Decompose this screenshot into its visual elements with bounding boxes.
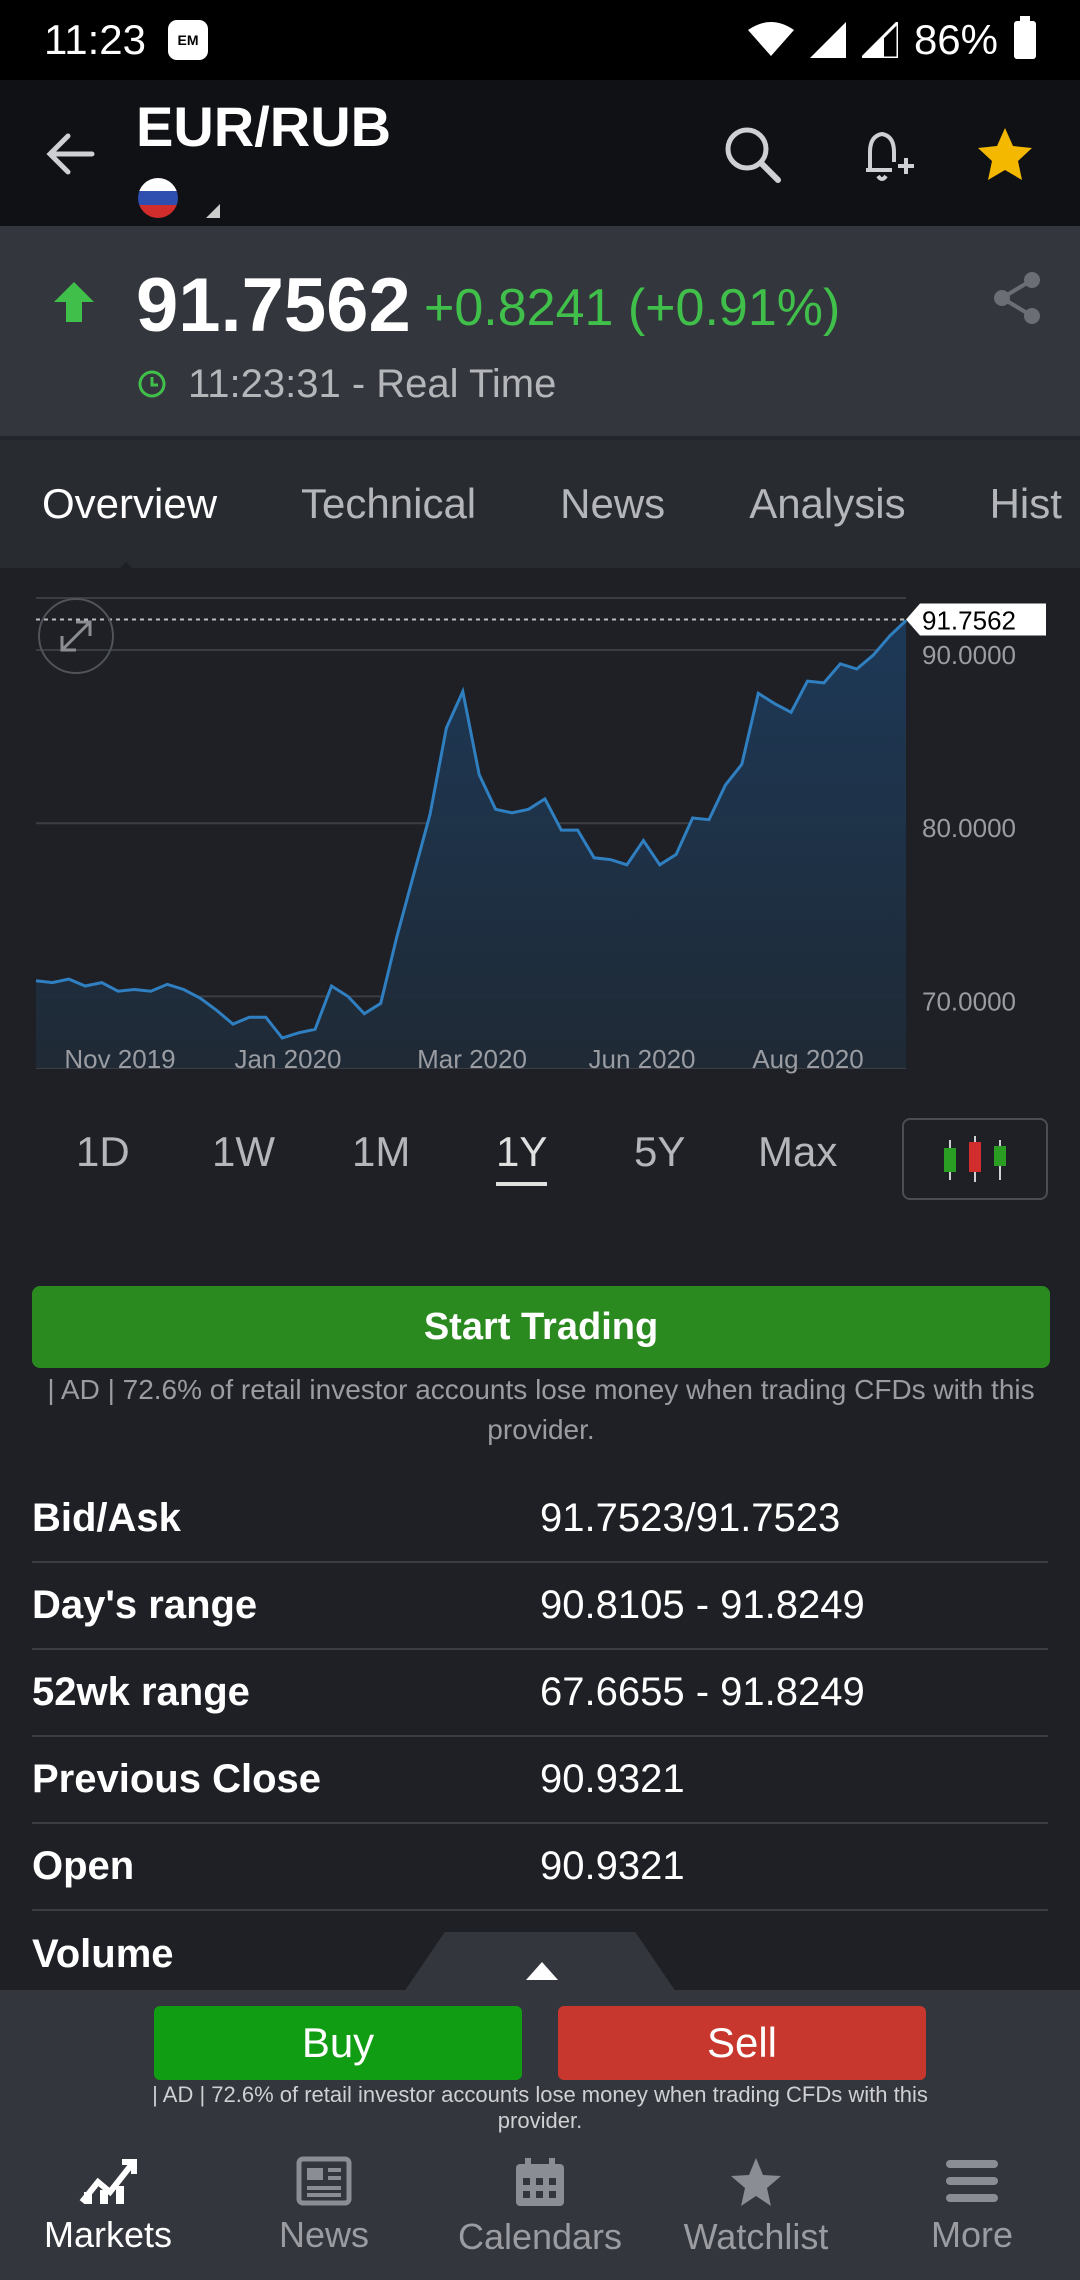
ad-disclaimer: | AD | 72.6% of retail investor accounts… — [47, 1374, 1035, 1445]
app-header: EUR/RUB — [0, 80, 1080, 226]
stat-value: 90.9321 — [540, 1844, 685, 1888]
signal-2-icon — [861, 22, 898, 58]
candlestick-icon — [944, 1136, 1006, 1182]
battery-percent: 86% — [913, 16, 998, 63]
add-alert-icon[interactable] — [852, 122, 918, 188]
expand-chart-button[interactable] — [38, 598, 114, 674]
x-tick-label: Jun 2020 — [589, 1044, 696, 1074]
x-tick-label: Mar 2020 — [417, 1044, 527, 1074]
clock-icon — [138, 370, 166, 398]
search-icon[interactable] — [720, 122, 786, 188]
nav-markets[interactable]: Markets — [0, 2136, 216, 2280]
range-1d[interactable]: 1D — [76, 1128, 130, 1176]
price-chart[interactable]: 70.0000 80.0000 90.0000 91.7562 Nov 2019 Jan … — [0, 568, 1080, 1088]
nav-watchlist[interactable]: Watchlist — [648, 2136, 864, 2280]
nav-more[interactable]: More — [864, 2136, 1080, 2280]
stat-label: Day's range — [32, 1583, 258, 1627]
favorite-star-icon[interactable] — [972, 122, 1038, 188]
stat-value: 90.9321 — [540, 1757, 685, 1801]
buy-button[interactable]: Buy — [154, 2006, 522, 2080]
stat-label: 52wk range — [32, 1670, 250, 1714]
range-1w[interactable]: 1W — [212, 1128, 275, 1176]
range-max[interactable]: Max — [758, 1128, 837, 1176]
nav-label: News — [278, 2214, 370, 2255]
start-trading-button[interactable]: Start Trading — [32, 1286, 1050, 1368]
nav-calendars[interactable]: Calendars — [432, 2136, 648, 2280]
table-row: 52wk range 67.6655 - 91.8249 — [32, 1650, 1048, 1737]
nav-label: Watchlist — [683, 2216, 829, 2257]
russia-flag-icon[interactable] — [138, 178, 178, 218]
menu-icon — [946, 2160, 998, 2202]
stats-table: Bid/Ask 91.7523/91.7523 Day's range 90.810… — [32, 1476, 1048, 1998]
battery-icon — [1014, 16, 1036, 59]
chart-svg: 70.0000 80.0000 90.0000 91.7562 Nov 2019 Jan … — [35, 597, 1046, 1074]
tab-news[interactable]: News — [560, 480, 665, 528]
price-change: +0.8241 (+0.91%) — [424, 279, 841, 337]
y-tick-label: 80.0000 — [922, 813, 1016, 843]
realtime-timestamp: 11:23:31 - Real Time — [188, 362, 557, 406]
tab-historical[interactable]: Hist — [990, 480, 1062, 528]
current-price-label: 91.7562 — [922, 606, 1016, 636]
tab-overview[interactable]: Overview — [42, 480, 217, 568]
back-arrow-icon[interactable] — [42, 124, 102, 184]
x-tick-label: Jan 2020 — [235, 1044, 342, 1074]
status-time: 11:23 — [44, 16, 146, 63]
signal-icon — [809, 22, 846, 58]
chart-area — [36, 620, 906, 1068]
range-selector: 1D 1W 1M 1Y 5Y Max — [0, 1118, 1080, 1200]
stat-label: Bid/Ask — [32, 1496, 181, 1540]
trade-action-bar: Buy Sell | AD | 72.6% of retail investor… — [0, 1990, 1080, 2136]
stat-value: 67.6655 - 91.8249 — [540, 1670, 865, 1714]
range-1m[interactable]: 1M — [352, 1128, 410, 1176]
table-row: Bid/Ask 91.7523/91.7523 — [32, 1476, 1048, 1563]
expand-icon — [60, 620, 92, 652]
price-up-arrow-icon — [54, 282, 94, 322]
current-price: 91.7562 — [136, 263, 411, 348]
stat-value: 90.8105 - 91.8249 — [540, 1583, 865, 1627]
calendar-icon — [516, 2158, 564, 2206]
table-row: Day's range 90.8105 - 91.8249 — [32, 1563, 1048, 1650]
expand-panel-handle[interactable] — [404, 1932, 676, 1992]
nav-label: More — [930, 2214, 1014, 2255]
table-row: Open 90.9321 — [32, 1824, 1048, 1911]
page-title: EUR/RUB — [136, 95, 392, 158]
range-1y[interactable]: 1Y — [496, 1128, 548, 1186]
range-5y[interactable]: 5Y — [634, 1128, 685, 1176]
table-row: Previous Close 90.9321 — [32, 1737, 1048, 1824]
news-icon — [296, 2156, 352, 2206]
nav-news[interactable]: News — [216, 2136, 432, 2280]
tab-analysis[interactable]: Analysis — [749, 480, 905, 528]
markets-icon — [79, 2159, 137, 2204]
status-bar: 11:23 EM 86% — [0, 0, 1080, 80]
quote-panel: 91.7562 +0.8241 (+0.91%) 11:23:31 - Real… — [0, 226, 1080, 436]
star-icon — [731, 2158, 781, 2206]
chart-type-button[interactable] — [902, 1118, 1048, 1200]
y-tick-label: 90.0000 — [922, 640, 1016, 670]
x-tick-label: Aug 2020 — [752, 1044, 863, 1074]
share-icon[interactable] — [992, 270, 1042, 326]
stat-label: Open — [32, 1844, 135, 1888]
stat-label: Previous Close — [32, 1757, 322, 1801]
tab-technical[interactable]: Technical — [301, 480, 476, 528]
nav-label: Markets — [43, 2214, 173, 2255]
nav-label: Calendars — [457, 2216, 623, 2257]
dropdown-caret-icon[interactable] — [206, 204, 220, 218]
sell-button[interactable]: Sell — [558, 2006, 926, 2080]
ad-disclaimer-bottom: | AD | 72.6% of retail investor accounts… — [152, 2082, 928, 2133]
x-tick-label: Nov 2019 — [64, 1044, 175, 1074]
stat-value: 91.7523/91.7523 — [540, 1496, 841, 1540]
bottom-navigation: Markets News Calendars Watchlist More — [0, 2136, 1080, 2280]
notification-icon: EM — [168, 20, 208, 60]
tab-bar: Overview Technical News Analysis Hist — [0, 436, 1080, 568]
y-tick-label: 70.0000 — [922, 986, 1016, 1016]
wifi-icon — [747, 22, 794, 56]
